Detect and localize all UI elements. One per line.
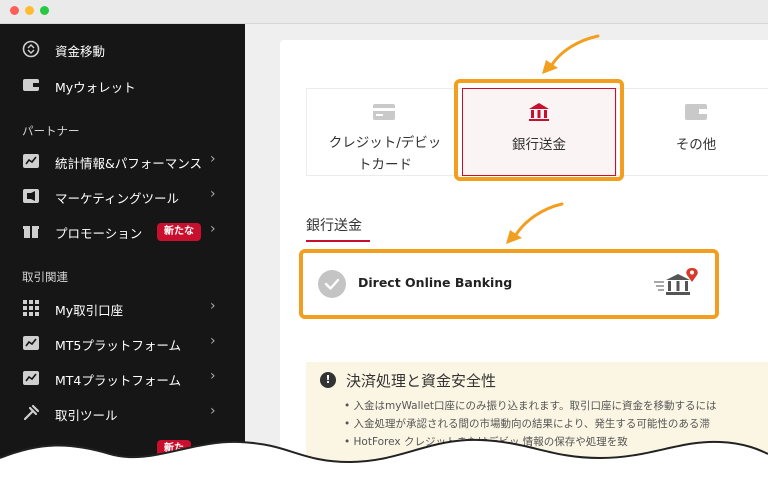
wallet-icon <box>23 79 39 91</box>
method-label-other: その他 <box>675 137 717 153</box>
chevron-right-icon: › <box>210 333 216 349</box>
sidebar-item-mt4[interactable]: MT4プラットフォーム › <box>0 361 245 395</box>
mt5-icon <box>23 336 39 350</box>
chevron-right-icon: › <box>210 368 216 384</box>
method-label-credit-line1: クレジット/デビッ <box>328 135 442 151</box>
tools-icon <box>23 404 40 421</box>
sidebar-item-label: 取引ツール <box>55 408 118 423</box>
info-icon: ! <box>320 372 336 388</box>
sidebar: 資金移動 Myウォレット パートナー 統計情報&パフォーマンス › マーケティン… <box>0 24 245 480</box>
credit-card-icon <box>373 104 395 120</box>
sidebar-item-label: プロモーション <box>55 226 143 241</box>
chevron-right-icon: › <box>210 151 216 167</box>
chevron-right-icon: › <box>210 186 216 202</box>
highlight-bank-tile <box>454 79 624 181</box>
chevron-right-icon: › <box>210 221 216 237</box>
annotation-arrow-icon <box>542 34 600 74</box>
minimize-window-button[interactable] <box>25 6 34 15</box>
transfer-icon <box>22 40 40 58</box>
method-tile-credit-card[interactable]: クレジット/デビッ トカード <box>306 88 464 176</box>
sidebar-item-marketing[interactable]: マーケティングツール › <box>0 179 245 213</box>
sidebar-item-label: MT4プラットフォーム <box>55 373 181 388</box>
sidebar-item-label: 統計情報&パフォーマンス <box>55 156 202 171</box>
chevron-right-icon: › <box>210 403 216 419</box>
sidebar-item-statistics[interactable]: 統計情報&パフォーマンス › <box>0 144 245 178</box>
sidebar-item-promotion[interactable]: プロモーション 新たな › <box>0 214 245 248</box>
sidebar-item-label: Myウォレット <box>55 80 136 95</box>
window-titlebar <box>0 0 768 24</box>
sidebar-item-transfer[interactable]: 資金移動 <box>0 32 245 66</box>
tab-underline <box>306 240 370 242</box>
gift-icon <box>23 226 39 238</box>
tab-bank-transfer[interactable]: 銀行送金 <box>306 215 362 235</box>
sidebar-section-partner: パートナー <box>22 124 80 138</box>
sidebar-item-tools[interactable]: 取引ツール › <box>0 396 245 430</box>
chart-icon <box>23 154 39 168</box>
sidebar-item-label: 資金移動 <box>55 44 106 59</box>
mt4-icon <box>23 371 39 385</box>
torn-edge-decoration <box>0 438 768 480</box>
sidebar-item-my-accounts[interactable]: My取引口座 › <box>0 291 245 325</box>
notice-line: • 入金はmyWallet口座にのみ振り込まれます。取引口座に資金を移動するには <box>344 400 717 412</box>
sidebar-item-mt5[interactable]: MT5プラットフォーム › <box>0 326 245 360</box>
grid-icon <box>23 300 39 316</box>
app-window: 資金移動 Myウォレット パートナー 統計情報&パフォーマンス › マーケティン… <box>0 0 768 480</box>
maximize-window-button[interactable] <box>40 6 49 15</box>
chevron-right-icon: › <box>210 298 216 314</box>
method-tile-other[interactable]: その他 <box>616 88 768 176</box>
close-window-button[interactable] <box>10 6 19 15</box>
notice-title: 決済処理と資金安全性 <box>346 372 497 390</box>
sidebar-item-wallet[interactable]: Myウォレット <box>0 68 245 102</box>
annotation-arrow-icon <box>506 202 564 244</box>
wallet-icon <box>685 104 707 120</box>
sidebar-item-label: マーケティングツール <box>55 191 180 206</box>
sidebar-item-label: My取引口座 <box>55 303 124 318</box>
sidebar-section-trading: 取引関連 <box>22 270 68 284</box>
new-badge: 新たな <box>157 223 201 241</box>
highlight-bank-option <box>299 249 719 319</box>
sidebar-item-label: MT5プラットフォーム <box>55 338 181 353</box>
marketing-icon <box>23 189 39 203</box>
method-label-credit-line2: トカード <box>358 157 412 173</box>
